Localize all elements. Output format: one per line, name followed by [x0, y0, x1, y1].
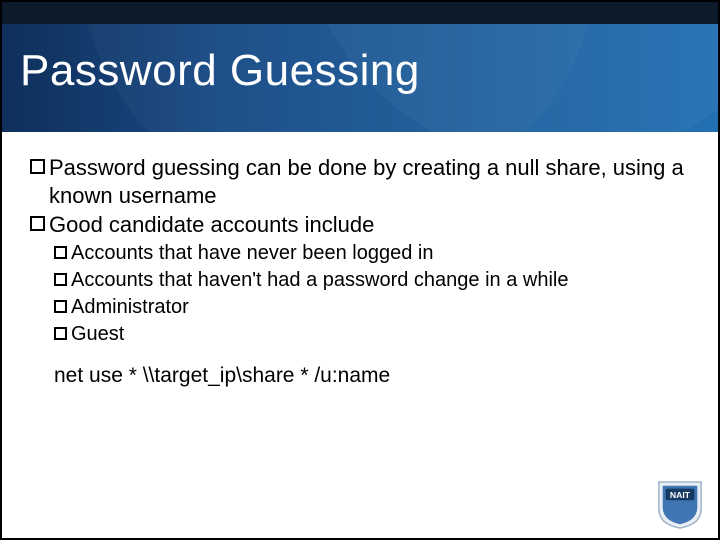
sub-bullets: Accounts that have never been logged in … [30, 241, 690, 347]
bullet-text: Password guessing can be done by creatin… [49, 154, 690, 209]
slide-title: Password Guessing [20, 46, 420, 96]
sub-bullet-item: Guest [54, 322, 690, 347]
square-bullet-icon [54, 273, 67, 286]
sub-bullet-item: Administrator [54, 295, 690, 320]
square-bullet-icon [54, 327, 67, 340]
command-line-text: net use * \\target_ip\share * /u:name [30, 363, 690, 389]
bullet-item: Good candidate accounts include [30, 211, 690, 239]
bullet-item: Password guessing can be done by creatin… [30, 154, 690, 209]
bullet-text: Good candidate accounts include [49, 211, 374, 239]
square-bullet-icon [54, 300, 67, 313]
sub-bullet-text: Accounts that have never been logged in [71, 241, 433, 266]
sub-bullet-text: Accounts that haven't had a password cha… [71, 268, 568, 293]
slide: Password Guessing Password guessing can … [0, 0, 720, 540]
sub-bullet-item: Accounts that haven't had a password cha… [54, 268, 690, 293]
sub-bullet-text: Administrator [71, 295, 189, 320]
top-bar [2, 2, 718, 24]
sub-bullet-item: Accounts that have never been logged in [54, 241, 690, 266]
logo-text: NAIT [670, 490, 691, 500]
square-bullet-icon [30, 159, 45, 174]
square-bullet-icon [54, 246, 67, 259]
square-bullet-icon [30, 216, 45, 231]
title-band: Password Guessing [2, 24, 718, 132]
nait-logo: NAIT [656, 480, 704, 530]
sub-bullet-text: Guest [71, 322, 124, 347]
slide-body: Password guessing can be done by creatin… [2, 132, 718, 538]
